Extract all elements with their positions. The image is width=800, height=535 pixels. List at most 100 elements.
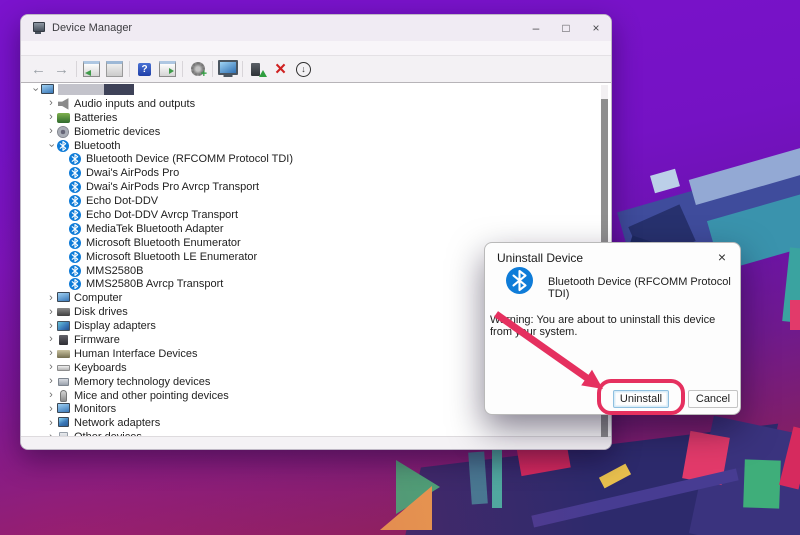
redacted-computer-name — [104, 84, 134, 96]
close-button[interactable]: × — [581, 15, 611, 41]
hid-icon — [57, 348, 70, 360]
device-label: Human Interface Devices — [74, 347, 198, 360]
device-manager-icon — [32, 22, 45, 34]
toolbar-button-icon — [81, 59, 102, 79]
device-label: Dwai's AirPods Pro Avrcp Transport — [86, 181, 260, 194]
bluetooth-icon — [57, 139, 69, 152]
tree-item[interactable]: Bluetooth Device (RFCOMM Protocol TDI) — [21, 152, 611, 166]
window-title: Device Manager — [52, 22, 133, 34]
close-icon[interactable]: × — [713, 248, 731, 266]
chevron-icon[interactable] — [45, 321, 57, 332]
device-label: MMS2580B Avrcp Transport — [86, 278, 224, 291]
window-control-glyph: □ — [562, 21, 570, 35]
toolbar-button-icon — [293, 59, 314, 79]
show-console-tree-button[interactable] — [76, 59, 102, 79]
device-label: Microsoft Bluetooth Enumerator — [86, 236, 241, 249]
chevron-icon[interactable] — [29, 84, 41, 95]
back-button[interactable] — [28, 59, 49, 79]
cancel-button[interactable]: Cancel — [688, 390, 738, 408]
desktop: Device Manager – □ × ← → ? + × ↓ › › Aud… — [0, 0, 800, 535]
bluetooth-icon — [69, 264, 82, 277]
chevron-icon[interactable] — [45, 418, 57, 429]
status-bar — [21, 436, 611, 449]
toolbar-button-icon — [217, 59, 238, 79]
chevron-icon[interactable] — [45, 334, 57, 345]
chevron-icon[interactable] — [45, 348, 57, 359]
toolbar-button-icon — [104, 59, 125, 79]
update-driver-button[interactable] — [242, 59, 268, 79]
keyboard-icon — [57, 362, 70, 374]
chevron-icon[interactable] — [45, 307, 57, 318]
tree-root-item[interactable] — [21, 83, 611, 97]
bluetooth-icon — [69, 167, 82, 180]
toolbar-button-icon — [51, 59, 72, 79]
chevron-icon[interactable] — [45, 293, 57, 304]
device-label: Display adapters — [74, 320, 156, 333]
tree-item[interactable]: Dwai's AirPods Pro Avrcp Transport — [21, 180, 611, 194]
bluetooth-icon — [69, 278, 82, 291]
scan-hardware-changes-button[interactable] — [182, 59, 208, 80]
device-label: Monitors — [74, 403, 117, 416]
wallpaper-shape — [743, 459, 781, 509]
device-label: Network adapters — [74, 417, 161, 430]
memory-card-icon — [57, 376, 70, 388]
bluetooth-icon — [69, 264, 81, 277]
bluetooth-icon — [69, 236, 81, 249]
bluetooth-icon — [69, 208, 82, 221]
tree-item[interactable]: Echo Dot-DDV — [21, 194, 611, 208]
tree-item[interactable]: Network adapters — [21, 416, 611, 430]
disable-device-button[interactable] — [293, 59, 314, 79]
display-adapter-icon — [57, 320, 70, 332]
wallpaper-shape — [650, 168, 680, 194]
tree-item[interactable]: Biometric devices — [21, 125, 611, 139]
chevron-icon[interactable] — [45, 376, 57, 387]
menu-strip — [21, 41, 611, 55]
bluetooth-icon — [69, 195, 82, 208]
chevron-icon[interactable] — [45, 112, 57, 123]
maximize-button[interactable]: □ — [551, 15, 581, 41]
monitor-icon — [57, 292, 70, 304]
tree-item[interactable]: Dwai's AirPods Pro — [21, 166, 611, 180]
toolbar-button-icon — [157, 59, 178, 79]
bluetooth-icon — [506, 267, 533, 294]
device-label: Echo Dot-DDV Avrcp Transport — [86, 208, 239, 221]
device-label: Keyboards — [74, 361, 127, 374]
bluetooth-icon — [69, 250, 81, 263]
chevron-icon[interactable] — [45, 390, 57, 401]
uninstall-device-button[interactable] — [270, 59, 291, 79]
tree-item[interactable]: MediaTek Bluetooth Adapter — [21, 222, 611, 236]
action-pane-button[interactable] — [157, 59, 178, 79]
toolbar-button-icon — [270, 59, 291, 79]
titlebar[interactable]: Device Manager – □ × — [21, 15, 611, 41]
tree-item[interactable]: Bluetooth — [21, 139, 611, 153]
network-adapter-icon — [57, 417, 70, 429]
forward-button[interactable] — [51, 59, 72, 79]
chevron-icon[interactable] — [45, 126, 57, 137]
annotation-highlight-rect — [597, 379, 685, 415]
chevron-icon[interactable] — [45, 362, 57, 373]
device-label: Microsoft Bluetooth LE Enumerator — [86, 250, 258, 263]
bluetooth-icon — [69, 153, 81, 166]
bluetooth-icon — [69, 236, 82, 249]
device-label: MMS2580B — [86, 264, 144, 277]
toolbar-button-icon — [187, 59, 208, 80]
help-button[interactable] — [129, 59, 155, 79]
chevron-icon[interactable] — [45, 404, 57, 415]
minimize-button[interactable]: – — [521, 15, 551, 41]
tree-item[interactable]: Audio inputs and outputs — [21, 97, 611, 111]
bluetooth-icon — [57, 139, 70, 152]
fingerprint-icon — [57, 125, 70, 138]
properties-button[interactable] — [104, 59, 125, 79]
device-label: Mice and other pointing devices — [74, 389, 229, 402]
tree-item[interactable]: Batteries — [21, 111, 611, 125]
tree-item[interactable]: Echo Dot-DDV Avrcp Transport — [21, 208, 611, 222]
toolbar-button-icon — [134, 59, 155, 79]
window-control-glyph: × — [592, 21, 600, 35]
chevron-icon[interactable] — [45, 140, 57, 151]
chevron-icon[interactable] — [45, 98, 57, 109]
bluetooth-icon — [69, 278, 81, 291]
devices-view-button[interactable] — [212, 59, 238, 79]
bluetooth-icon — [69, 195, 81, 208]
monitor-icon — [57, 403, 70, 415]
wallpaper-shape — [790, 300, 800, 330]
